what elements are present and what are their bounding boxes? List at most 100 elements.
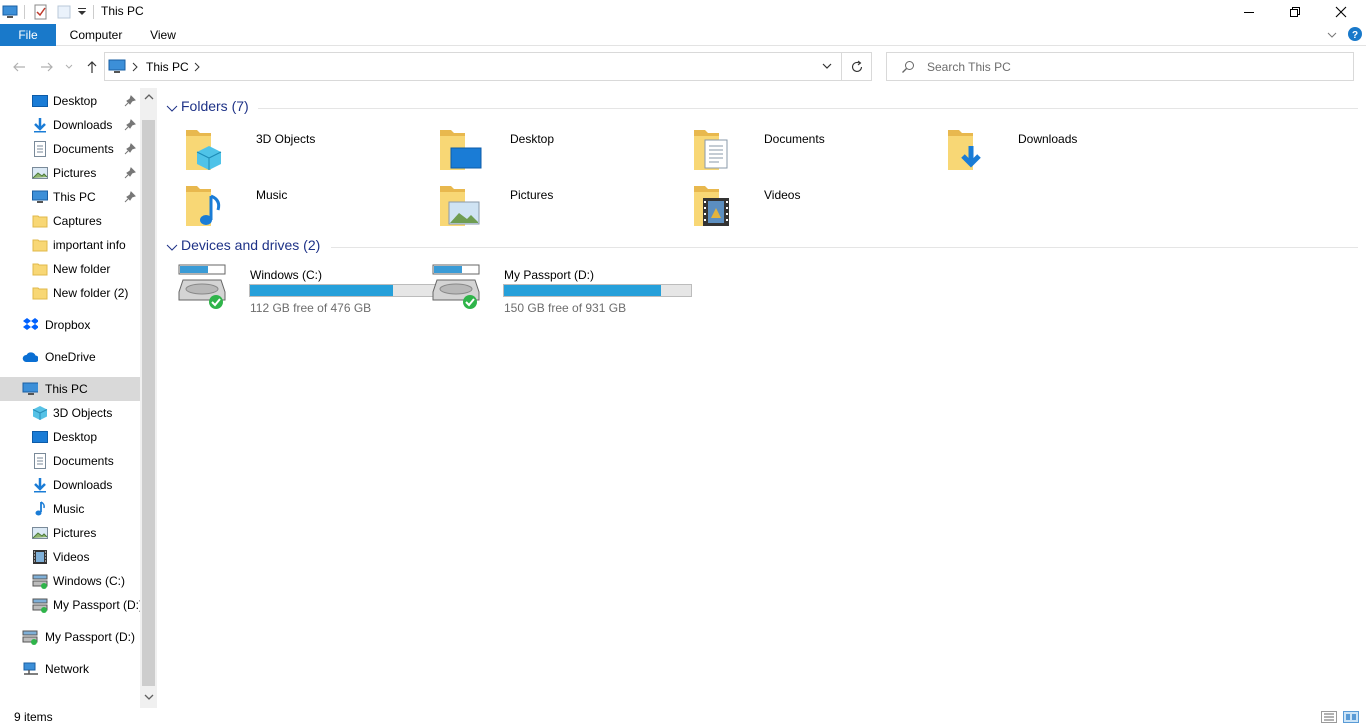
- tab-file[interactable]: File: [0, 24, 56, 46]
- sidebar-item-my-passport-pc[interactable]: My Passport (D:): [0, 593, 144, 617]
- new-folder-icon[interactable]: [56, 4, 72, 20]
- recent-locations-button[interactable]: [62, 58, 76, 76]
- tab-view[interactable]: View: [140, 24, 186, 46]
- sidebar-item-music[interactable]: Music: [0, 497, 140, 521]
- folder-downloads[interactable]: Downloads: [945, 126, 1195, 178]
- address-history-chevron-icon[interactable]: [821, 62, 833, 72]
- minimize-button[interactable]: [1226, 0, 1272, 24]
- pin-icon[interactable]: [124, 95, 136, 107]
- pin-icon[interactable]: [124, 119, 136, 131]
- documents-folder-icon: [694, 130, 728, 170]
- drive-icon: [432, 264, 480, 309]
- breadcrumb-this-pc[interactable]: This PC: [146, 60, 189, 74]
- sidebar-item-captures[interactable]: Captures: [0, 209, 140, 233]
- folder-3d-objects[interactable]: 3D Objects: [183, 126, 433, 178]
- sidebar-item-documents[interactable]: Documents: [0, 137, 140, 161]
- close-icon: [1335, 6, 1347, 18]
- pin-icon[interactable]: [124, 143, 136, 155]
- quick-access-dropdown-icon[interactable]: [76, 4, 88, 20]
- refresh-button[interactable]: [842, 52, 872, 81]
- refresh-icon: [851, 60, 862, 72]
- sidebar-item-downloads-pc[interactable]: Downloads: [0, 473, 140, 497]
- up-button[interactable]: [82, 58, 102, 76]
- sidebar-scrollbar[interactable]: [140, 88, 157, 708]
- chevron-right-icon[interactable]: [131, 62, 139, 72]
- address-bar[interactable]: This PC: [104, 52, 842, 81]
- documents-icon: [34, 453, 46, 469]
- search-box[interactable]: Search This PC: [886, 52, 1354, 81]
- sidebar-item-label: My Passport (D:): [53, 598, 144, 612]
- sidebar-item-network[interactable]: Network: [0, 657, 140, 681]
- large-icons-view-icon[interactable]: [1343, 711, 1359, 723]
- sidebar-item-new-folder-2[interactable]: New folder (2): [0, 281, 140, 305]
- sidebar-item-label: Documents: [53, 142, 114, 156]
- sidebar-item-windows-c[interactable]: Windows (C:): [0, 569, 140, 593]
- sidebar-item-important-info[interactable]: important info: [0, 233, 140, 257]
- computer-icon: [32, 190, 48, 203]
- tab-computer[interactable]: Computer: [60, 24, 132, 46]
- sidebar-item-downloads[interactable]: Downloads: [0, 113, 140, 137]
- properties-icon[interactable]: [33, 4, 49, 20]
- drive-icon: [178, 264, 226, 309]
- sidebar-item-label: 3D Objects: [53, 406, 113, 420]
- music-folder-icon: [186, 186, 221, 226]
- folders-header-label: Folders (7): [181, 98, 249, 114]
- search-input[interactable]: Search This PC: [927, 60, 1011, 74]
- sidebar-item-pictures[interactable]: Pictures: [0, 161, 140, 185]
- close-button[interactable]: [1318, 0, 1364, 24]
- folder-documents[interactable]: Documents: [691, 126, 941, 178]
- navigation-bar: This PC Search This PC: [0, 46, 1366, 86]
- computer-icon: [108, 59, 126, 73]
- sidebar-item-dropbox[interactable]: Dropbox: [0, 313, 140, 337]
- sidebar-item-my-passport[interactable]: My Passport (D:): [0, 625, 140, 649]
- drive-icon: [22, 630, 38, 645]
- drives-group-header[interactable]: Devices and drives (2): [166, 237, 336, 259]
- sidebar-item-desktop[interactable]: Desktop: [0, 89, 140, 113]
- arrow-left-icon: [13, 62, 25, 72]
- sidebar-item-videos[interactable]: Videos: [0, 545, 140, 569]
- scrollbar-thumb[interactable]: [142, 120, 155, 686]
- folder-music[interactable]: Music: [183, 182, 433, 234]
- sidebar-item-desktop-pc[interactable]: Desktop: [0, 425, 140, 449]
- pin-icon[interactable]: [124, 191, 136, 203]
- sidebar-item-this-pc-quick[interactable]: This PC: [0, 185, 140, 209]
- desktop-icon: [32, 431, 48, 443]
- scroll-down-icon[interactable]: [144, 693, 154, 701]
- sidebar-item-pictures-pc[interactable]: Pictures: [0, 521, 140, 545]
- details-view-icon[interactable]: [1321, 711, 1337, 723]
- sidebar-item-onedrive[interactable]: OneDrive: [0, 345, 140, 369]
- dropbox-icon: [23, 318, 38, 330]
- drive-label: My Passport (D:): [504, 268, 595, 282]
- drive-windows-c[interactable]: Windows (C:) 112 GB free of 476 GB: [177, 264, 438, 316]
- sidebar-item-documents-pc[interactable]: Documents: [0, 449, 140, 473]
- forward-button[interactable]: [37, 58, 57, 76]
- chevron-right-icon[interactable]: [193, 62, 201, 72]
- expand-ribbon-icon[interactable]: [1326, 29, 1338, 41]
- downloads-icon: [34, 118, 46, 133]
- pin-icon[interactable]: [124, 167, 136, 179]
- folder-label: 3D Objects: [256, 132, 316, 146]
- sidebar-item-3d-objects[interactable]: 3D Objects: [0, 401, 140, 425]
- sidebar-item-new-folder[interactable]: New folder: [0, 257, 140, 281]
- folder-pictures[interactable]: Pictures: [437, 182, 687, 234]
- sidebar-item-this-pc[interactable]: This PC: [0, 377, 140, 401]
- minimize-icon: [1244, 12, 1254, 13]
- computer-icon[interactable]: [2, 4, 18, 20]
- sidebar-item-label: Downloads: [53, 118, 113, 132]
- pictures-icon: [32, 167, 48, 179]
- help-icon[interactable]: ?: [1348, 27, 1362, 41]
- folder-desktop[interactable]: Desktop: [437, 126, 687, 178]
- folder-label: Pictures: [510, 188, 554, 202]
- drive-my-passport-d[interactable]: My Passport (D:) 150 GB free of 931 GB: [431, 264, 692, 316]
- back-button[interactable]: [9, 58, 29, 76]
- drive-usage-fill: [504, 285, 661, 296]
- folder-videos[interactable]: Videos: [691, 182, 941, 234]
- restore-button[interactable]: [1272, 0, 1318, 24]
- sidebar-item-label: My Passport (D:): [45, 630, 136, 644]
- folders-group-header[interactable]: Folders (7): [166, 98, 266, 120]
- pictures-folder-icon: [440, 186, 480, 226]
- scroll-up-icon[interactable]: [144, 93, 154, 101]
- chevron-down-icon: [65, 64, 73, 69]
- item-count: 9 items: [14, 710, 53, 724]
- sidebar-item-label: Desktop: [53, 430, 98, 444]
